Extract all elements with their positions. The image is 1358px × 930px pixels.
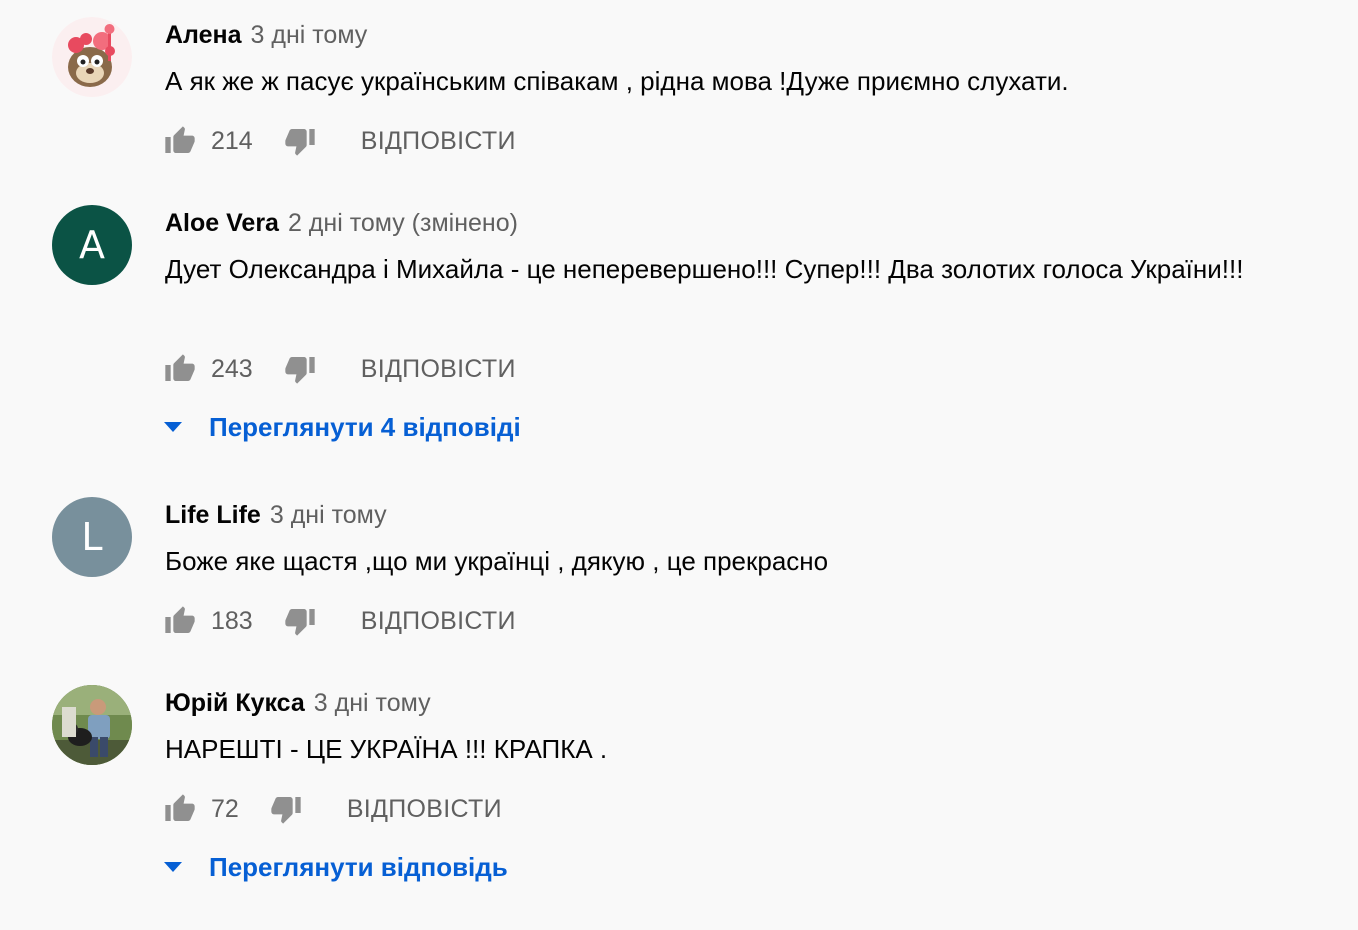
avatar[interactable]: A (52, 205, 132, 285)
author-name[interactable]: Алена (165, 21, 242, 50)
comment-text: НАРЕШТІ - ЦЕ УКРАЇНА !!! КРАПКА . (165, 734, 608, 764)
reply-button[interactable]: Відповісти (347, 795, 502, 824)
comment-actions: 183 Відповісти (163, 601, 516, 641)
timestamp[interactable]: 2 дні тому (змінено) (288, 209, 518, 238)
thumbs-down-icon (285, 609, 315, 636)
comment-actions: 243 Відповісти (163, 349, 516, 389)
view-replies-button[interactable]: Переглянути відповідь (163, 847, 508, 887)
like-button[interactable] (163, 352, 197, 386)
thumbs-up-icon (165, 126, 195, 153)
dislike-button[interactable] (283, 124, 317, 158)
timestamp[interactable]: 3 дні тому (270, 501, 387, 530)
reply-button[interactable]: Відповісти (361, 355, 516, 384)
caret-down-icon (163, 417, 183, 437)
author-name[interactable]: Life Life (165, 501, 261, 530)
photo-avatar-icon (52, 685, 132, 765)
timestamp[interactable]: 3 дні тому (251, 21, 368, 50)
dislike-button[interactable] (283, 604, 317, 638)
like-count: 243 (211, 354, 253, 383)
like-button[interactable] (163, 792, 197, 826)
comment-actions: 214 Відповісти (163, 121, 516, 161)
comment-header: Юрій Кукса 3 дні тому (165, 685, 431, 721)
comment-text: Боже яке щастя ,що ми українці , дякую ,… (165, 546, 829, 576)
cartoon-avatar-icon (52, 17, 132, 97)
thumbs-up-icon (165, 606, 195, 633)
view-replies-button[interactable]: Переглянути 4 відповіді (163, 407, 521, 447)
like-button[interactable] (163, 124, 197, 158)
reply-button[interactable]: Відповісти (361, 607, 516, 636)
like-count: 214 (211, 126, 253, 155)
thumbs-down-icon (271, 797, 301, 824)
thumbs-up-icon (165, 354, 195, 381)
dislike-button[interactable] (269, 792, 303, 826)
comment-text: Дует Олександра і Михайла - це неперевер… (165, 254, 1244, 284)
comment-text: А як же ж пасує українським співакам , р… (165, 66, 1069, 96)
comment-header: Aloe Vera 2 дні тому (змінено) (165, 205, 518, 241)
comment-actions: 72 Відповісти (163, 789, 502, 829)
avatar-letter: A (79, 223, 105, 267)
avatar[interactable]: L (52, 497, 132, 577)
view-replies-label: Переглянути відповідь (209, 851, 508, 882)
like-button[interactable] (163, 604, 197, 638)
thumbs-down-icon (285, 357, 315, 384)
thumbs-up-icon (165, 794, 195, 821)
reply-button[interactable]: Відповісти (361, 127, 516, 156)
like-count: 72 (211, 794, 239, 823)
like-count: 183 (211, 606, 253, 635)
comments-section: Алена 3 дні тому А як же ж пасує українс… (0, 0, 1358, 930)
timestamp[interactable]: 3 дні тому (314, 689, 431, 718)
comment-header: Алена 3 дні тому (165, 17, 367, 53)
avatar[interactable] (52, 17, 132, 97)
thumbs-down-icon (285, 129, 315, 156)
author-name[interactable]: Юрій Кукса (165, 689, 305, 718)
dislike-button[interactable] (283, 352, 317, 386)
caret-down-icon (163, 857, 183, 877)
comment-header: Life Life 3 дні тому (165, 497, 387, 533)
avatar-letter: L (81, 515, 103, 559)
view-replies-label: Переглянути 4 відповіді (209, 411, 521, 442)
avatar[interactable] (52, 685, 132, 765)
author-name[interactable]: Aloe Vera (165, 209, 279, 238)
